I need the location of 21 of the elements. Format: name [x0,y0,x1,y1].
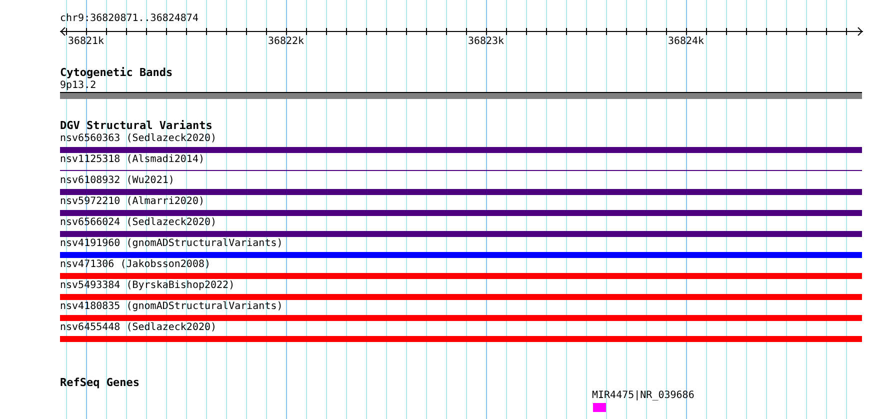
variant-label: nsv6108932 (Wu2021) [60,174,174,188]
track-title: Cytogenetic Bands [60,66,173,79]
track-title: DGV Structural Variants [60,119,212,132]
gene-label: MIR4475|NR_039686 [592,389,694,402]
variant-label: nsv1125318 (Alsmadi2014) [60,153,204,167]
gene-feature [593,403,606,412]
position-label: chr9:36820871..36824874 [60,12,198,26]
band-label: 9p13.2 [60,79,96,92]
variant-label: nsv6455448 (Sedlazeck2020) [60,321,217,335]
variant-label: nsv5493384 (ByrskaBishop2022) [60,279,235,293]
tick-label: 36822k [268,36,304,48]
variant-label: nsv471306 (Jakobsson2008) [60,258,211,272]
variant-label: nsv6566024 (Sedlazeck2020) [60,216,217,230]
variant-label: nsv6560363 (Sedlazeck2020) [60,132,217,146]
track-title: RefSeq Genes [60,376,140,389]
tick-label: 36824k [668,36,704,48]
variant-label: nsv4180835 (gnomADStructuralVariants) [60,300,283,314]
tick-label: 36823k [468,36,504,48]
variant-label: nsv5972210 (Almarri2020) [60,195,204,209]
tick-label: 36821k [68,36,104,48]
variant-label: nsv4191960 (gnomADStructuralVariants) [60,237,283,251]
